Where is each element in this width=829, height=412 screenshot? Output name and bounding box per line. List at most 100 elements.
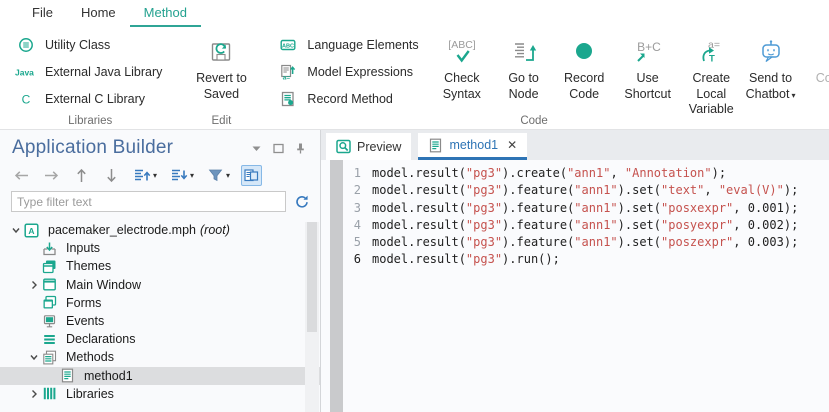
toolbar-filter-button[interactable]: ▾	[205, 165, 232, 186]
refresh-icon[interactable]	[294, 194, 310, 210]
ribbon-button-use-shortcut[interactable]: B+CUse Shortcut	[616, 29, 679, 102]
filter-input[interactable]	[11, 191, 286, 212]
editor-tab-method1[interactable]: method1✕	[418, 133, 527, 160]
ribbon-button-external-c-library[interactable]: CExternal C Library	[8, 85, 172, 112]
panel-header: Application Builder	[0, 130, 320, 159]
tree-item-method1[interactable]: method1	[0, 367, 320, 385]
preview-icon	[336, 139, 351, 154]
svg-text:Java: Java	[15, 67, 34, 77]
chevron-down-icon: ▾	[190, 171, 194, 180]
code-line[interactable]: model.result("pg3").run();	[372, 251, 798, 268]
move-node-up-icon	[133, 167, 151, 184]
ribbon-button-record-method[interactable]: Record Method	[270, 85, 428, 112]
code-line[interactable]: model.result("pg3").feature("ann1").set(…	[372, 234, 798, 251]
use-shortcut-icon: B+C	[631, 34, 665, 70]
code-line[interactable]: model.result("pg3").feature("ann1").set(…	[372, 182, 798, 199]
tree-item-pacemaker-electrode-mph[interactable]: Apacemaker_electrode.mph(root)	[0, 221, 320, 239]
close-icon[interactable]: ✕	[507, 139, 517, 151]
tree-item-label: Declarations	[66, 332, 135, 346]
ribbon-button-label: Go to Node	[501, 71, 546, 102]
ribbon-button-utility-class[interactable]: Utility Class	[8, 31, 172, 58]
tree-item-declarations[interactable]: Declarations	[0, 330, 320, 348]
toolbar-move-node-down-button[interactable]: ▾	[168, 165, 196, 186]
utility-class-icon	[14, 37, 38, 53]
collapse-chevron-icon[interactable]	[251, 143, 262, 154]
svg-text:B+C: B+C	[637, 40, 661, 54]
chevron-down-icon[interactable]	[26, 352, 42, 362]
tree-item-forms[interactable]: Forms	[0, 294, 320, 312]
editor-tab-preview[interactable]: Preview	[326, 133, 411, 160]
code-editor[interactable]: 123456 model.result("pg3").create("ann1"…	[321, 160, 829, 412]
ribbon-group-libraries-label: Libraries	[4, 115, 176, 127]
menu-tab-home[interactable]: Home	[67, 0, 130, 27]
send-to-chatbot-icon	[756, 34, 786, 70]
breakpoint-gutter[interactable]	[330, 160, 343, 412]
editor-tab-label: Preview	[357, 140, 401, 154]
float-window-icon[interactable]	[273, 143, 284, 154]
back-arrow-icon	[13, 167, 30, 184]
tree-item-methods[interactable]: Methods	[0, 348, 320, 366]
revert-to-saved-icon	[208, 34, 234, 70]
code-line[interactable]: model.result("pg3").feature("ann1").set(…	[372, 217, 798, 234]
ribbon-group-code: ABC Language Elements a=Model Expressions R…	[266, 27, 801, 129]
code-lines[interactable]: model.result("pg3").create("ann1", "Anno…	[361, 160, 798, 412]
chevron-right-icon[interactable]	[26, 389, 42, 399]
tree-item-events[interactable]: Events	[0, 312, 320, 330]
tree-item-label: pacemaker_electrode.mph	[48, 223, 196, 237]
tree-item-inputs[interactable]: Inputs	[0, 239, 320, 257]
toolbar-move-down-arrow-button[interactable]	[101, 165, 122, 186]
ribbon-button-external-java-library[interactable]: JavaExternal Java Library	[8, 58, 172, 85]
declarations-icon	[42, 332, 59, 347]
ribbon-button-check-syntax[interactable]: [ABC]Check Syntax	[429, 29, 495, 102]
toolbar-move-up-arrow-button[interactable]	[71, 165, 92, 186]
filter-row	[0, 191, 320, 216]
ribbon-button-record-code[interactable]: Record Code	[552, 29, 616, 102]
move-up-arrow-icon	[73, 167, 90, 184]
pin-icon[interactable]	[295, 143, 306, 154]
editor-panel: Preview method1✕ 123456 model.result("pg3…	[321, 130, 829, 412]
ribbon-button-go-to-node[interactable]: Go to Node	[495, 29, 552, 102]
tree-item-main-window[interactable]: Main Window	[0, 276, 320, 294]
scrollbar-thumb[interactable]	[307, 222, 317, 332]
chevron-down-icon: ▾	[791, 91, 795, 100]
menu-tab-method[interactable]: Method	[130, 0, 201, 27]
toolbar-forward-arrow-button[interactable]	[41, 165, 62, 186]
chevron-down-icon: ▾	[226, 171, 230, 180]
inputs-icon	[42, 241, 59, 256]
app-window: FileHomeMethod Utility ClassJavaExternal…	[0, 0, 829, 412]
ribbon-button-label: Check Syntax	[435, 71, 489, 102]
ribbon-button-revert-to-saved[interactable]: Revert to Saved	[184, 29, 258, 102]
ribbon-group-edit: Revert to Saved Edit	[180, 27, 262, 129]
ribbon-button-send-to-chatbot[interactable]: Send to Chatbot▾	[743, 29, 797, 102]
menu-tab-file[interactable]: File	[18, 0, 67, 27]
continue-button-label: Continue	[816, 71, 829, 87]
c-library-icon: C	[14, 91, 38, 107]
svg-text:a=: a=	[283, 74, 291, 80]
filter-icon	[207, 167, 224, 184]
tree-item-label: Libraries	[66, 387, 114, 401]
svg-text:T: T	[709, 54, 715, 65]
ribbon-group-code-label: Code	[266, 115, 801, 127]
continue-button[interactable]: Continue	[810, 29, 829, 87]
tree-item-libraries[interactable]: Libraries	[0, 385, 320, 403]
toolbar-back-arrow-button[interactable]	[11, 165, 32, 186]
tree-item-label: Themes	[66, 259, 111, 273]
ribbon-button-label: Language Elements	[307, 38, 418, 52]
sidebar-scrollbar[interactable]	[305, 222, 319, 412]
toolbar-show-in-editor-button[interactable]	[241, 165, 262, 186]
ribbon-button-label: Send to Chatbot▾	[746, 71, 796, 102]
toolbar-move-node-up-button[interactable]: ▾	[131, 165, 159, 186]
tree-item-themes[interactable]: Themes	[0, 257, 320, 275]
tree-item-label: Inputs	[66, 241, 100, 255]
code-line[interactable]: model.result("pg3").feature("ann1").set(…	[372, 200, 798, 217]
code-line[interactable]: model.result("pg3").create("ann1", "Anno…	[372, 165, 798, 182]
application-builder-panel: Application Builder ▾ ▾ ▾ Apacemaker_elect…	[0, 130, 321, 412]
ribbon-button-label: Record Method	[307, 92, 392, 106]
chevron-down-icon[interactable]	[8, 225, 24, 235]
menubar: FileHomeMethod	[0, 0, 829, 27]
chevron-right-icon[interactable]	[26, 280, 42, 290]
ribbon-button-model-expressions[interactable]: a=Model Expressions	[270, 58, 428, 85]
ribbon-button-language-elements[interactable]: ABC Language Elements	[270, 31, 428, 58]
ribbon-button-create-local-variable[interactable]: a=TCreate Local Variable	[679, 29, 743, 118]
svg-text:ABC: ABC	[282, 43, 294, 49]
